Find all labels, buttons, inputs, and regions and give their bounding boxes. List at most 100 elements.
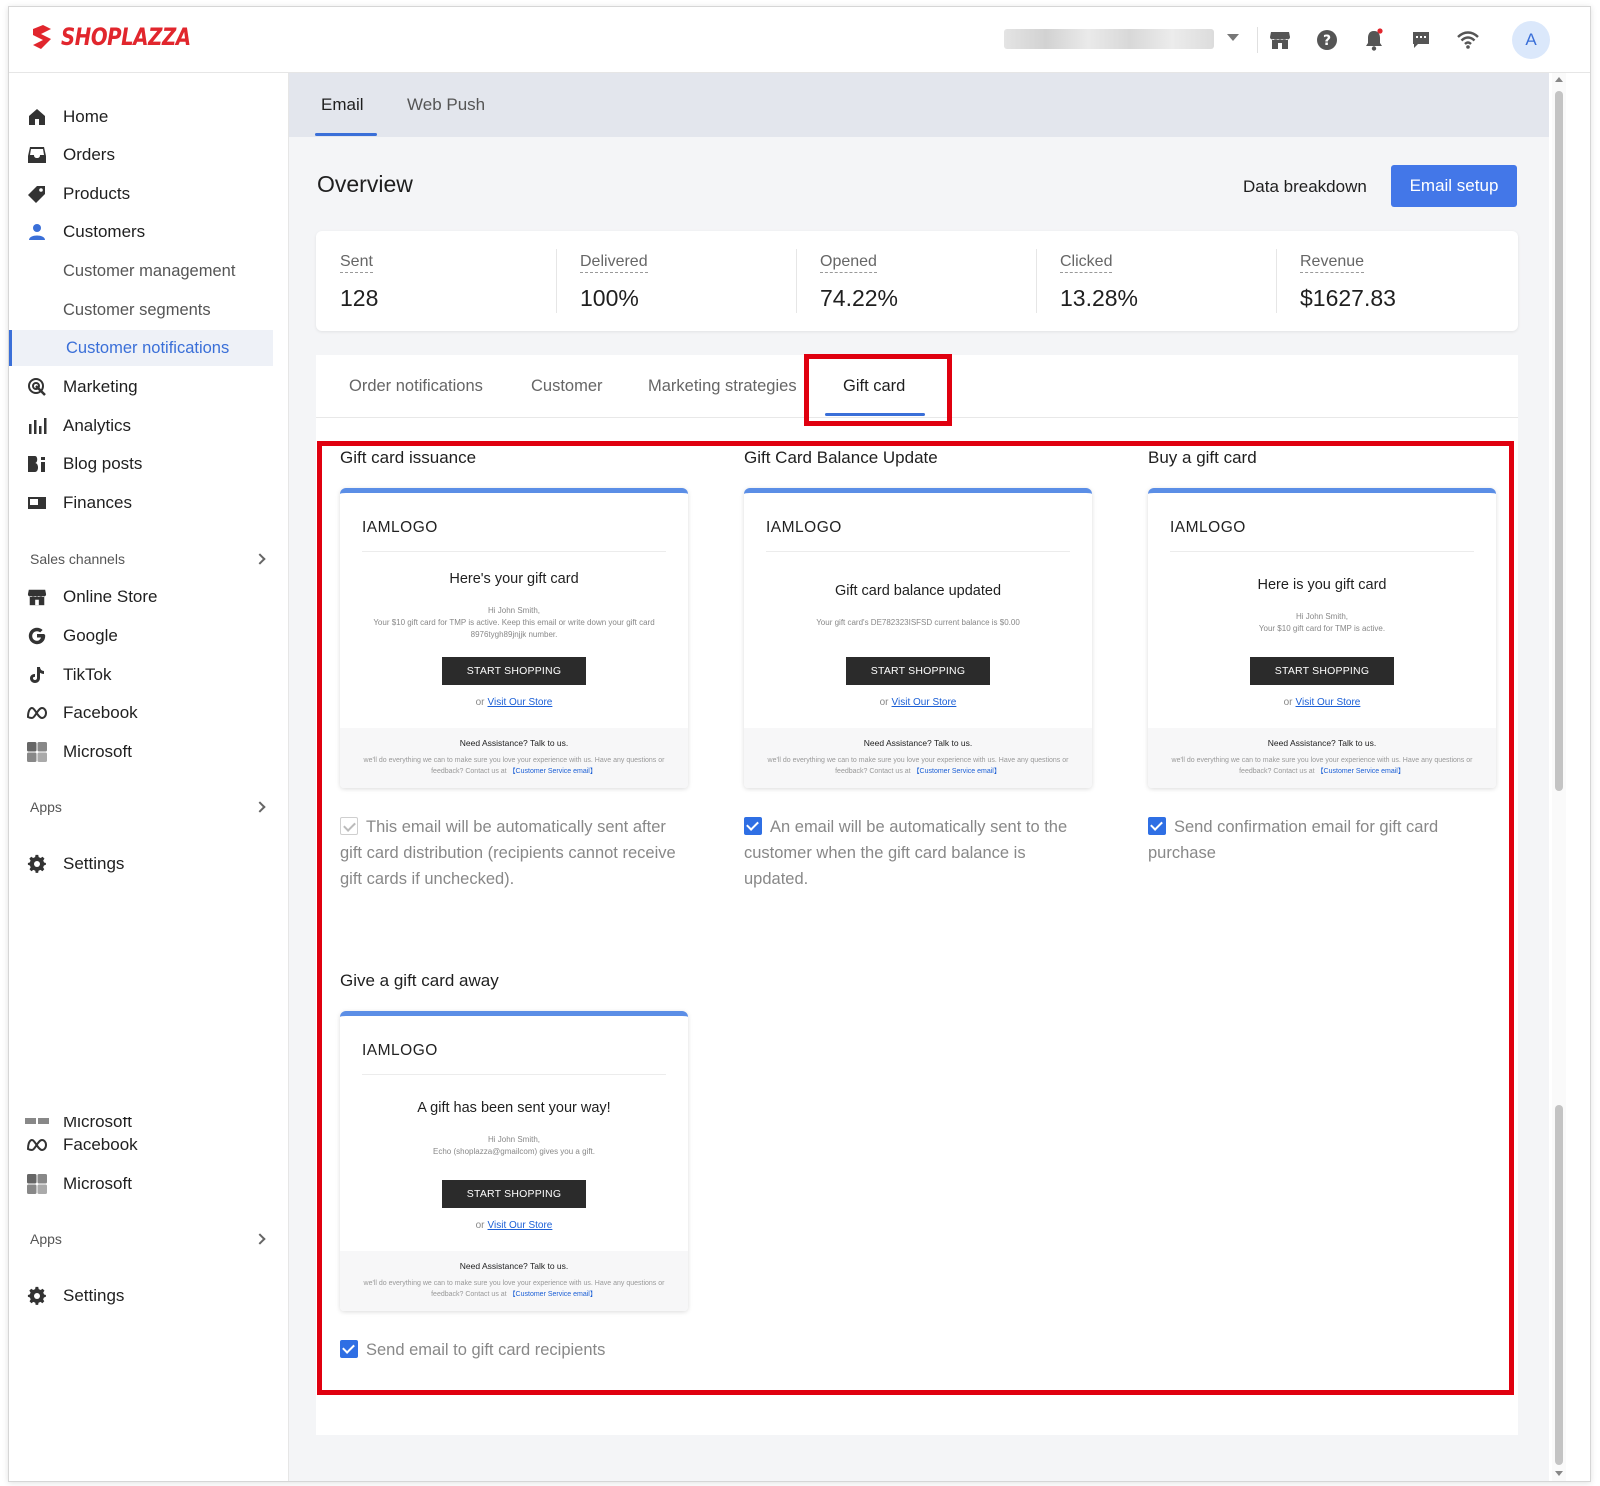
chevron-right-icon	[254, 801, 266, 813]
stat-label[interactable]: Revenue	[1300, 253, 1365, 273]
stat-label[interactable]: Sent	[340, 253, 373, 273]
sidebar-item-analytics[interactable]: Analytics	[25, 408, 275, 444]
microsoft-icon	[25, 740, 49, 764]
sidebar-item-label: Microsoft	[63, 742, 132, 761]
app-window: SHOPLAZZA ? A Home Orders Products Custo…	[8, 6, 1591, 1482]
sidebar-item-label: Settings	[63, 1286, 125, 1305]
home-icon	[25, 105, 49, 129]
store-switcher[interactable]	[1004, 29, 1214, 49]
avatar[interactable]: A	[1512, 21, 1550, 59]
sidebar-item-settings-duplicate[interactable]: Settings	[25, 1278, 275, 1314]
channel-tabs: Email Web Push	[289, 73, 1549, 137]
sidebar-item-label: Finances	[63, 493, 132, 512]
sidebar-item-label: Online Store	[63, 587, 158, 606]
stat-label[interactable]: Delivered	[580, 253, 648, 273]
email-setup-button[interactable]: Email setup	[1391, 165, 1517, 207]
apps-header[interactable]: Apps	[30, 793, 270, 821]
divider	[1257, 27, 1258, 53]
bar-chart-icon	[25, 414, 49, 438]
sidebar-item-home[interactable]: Home	[25, 99, 275, 135]
scroll-down-arrow-icon[interactable]	[1555, 1471, 1563, 1476]
sales-channels-header[interactable]: Sales channels	[30, 545, 270, 573]
sidebar-item-label: Products	[63, 184, 131, 203]
sidebar-item-label: Settings	[63, 854, 125, 873]
section-label: Apps	[30, 1231, 62, 1247]
sidebar-item-label: Orders	[63, 145, 115, 164]
sidebar-item-label: Facebook	[63, 703, 138, 722]
sidebar-item-label: TikTok	[63, 665, 112, 684]
sidebar-item-label: Microsoft	[63, 1174, 132, 1193]
target-icon	[25, 375, 49, 399]
sidebar-item-label: Customers	[63, 222, 146, 241]
data-breakdown-button[interactable]: Data breakdown	[1243, 177, 1367, 197]
help-icon[interactable]: ?	[1314, 27, 1340, 53]
stat-value: 128	[340, 285, 379, 311]
top-bar: SHOPLAZZA ? A	[9, 7, 1590, 73]
sidebar-item-blog-posts[interactable]: Blog posts	[25, 446, 275, 482]
sidebar-item-finances[interactable]: Finances	[25, 485, 275, 521]
stat-sent: Sent 128	[316, 231, 556, 331]
blog-icon	[25, 452, 49, 476]
apps-header-duplicate[interactable]: Apps	[30, 1225, 270, 1253]
tab-marketing-strategies[interactable]: Marketing strategies	[648, 355, 797, 417]
sidebar-item-label: Google	[63, 626, 118, 645]
sidebar-item-label: Facebook	[63, 1135, 138, 1154]
stat-revenue: Revenue $1627.83	[1276, 231, 1516, 331]
bell-icon[interactable]	[1361, 27, 1387, 53]
tab-order-notifications[interactable]: Order notifications	[349, 355, 483, 417]
page-title: Overview	[317, 171, 413, 197]
tab-customer[interactable]: Customer	[531, 355, 603, 417]
sidebar-sub-customer-management[interactable]: Customer management	[63, 253, 235, 289]
stat-label[interactable]: Clicked	[1060, 253, 1113, 273]
chevron-right-icon	[254, 553, 266, 565]
stat-delivered: Delivered 100%	[556, 231, 796, 331]
tab-email[interactable]: Email	[321, 73, 364, 137]
storefront-icon[interactable]	[1267, 27, 1293, 53]
chevron-down-icon[interactable]	[1227, 34, 1239, 41]
sidebar-item-microsoft[interactable]: Microsoft	[25, 734, 275, 770]
stat-value: 100%	[580, 285, 639, 311]
active-tab-indicator	[315, 133, 377, 136]
scrollbar-thumb[interactable]	[1555, 91, 1563, 791]
sidebar-item-products[interactable]: Products	[25, 176, 275, 212]
shoplazza-logo[interactable]: SHOPLAZZA	[29, 23, 219, 51]
sidebar-item-customers[interactable]: Customers	[25, 214, 275, 250]
sidebar-sub-customer-segments[interactable]: Customer segments	[63, 292, 211, 328]
stat-label[interactable]: Opened	[820, 253, 877, 273]
sidebar-item-online-store[interactable]: Online Store	[25, 579, 275, 615]
stat-opened: Opened 74.22%	[796, 231, 1036, 331]
main-content: Email Web Push Overview Data breakdown E…	[289, 73, 1549, 1481]
sidebar-item-orders[interactable]: Orders	[25, 137, 275, 173]
stats-card: Sent 128 Delivered 100% Opened 74.22% Cl…	[316, 231, 1518, 331]
microsoft-icon	[25, 1118, 49, 1124]
tab-web-push[interactable]: Web Push	[407, 73, 485, 137]
person-icon	[25, 220, 49, 244]
wallet-icon	[25, 491, 49, 515]
sidebar-item-label: Home	[63, 107, 109, 126]
message-icon[interactable]	[1408, 27, 1434, 53]
brand-name: SHOPLAZZA	[61, 23, 191, 51]
tag-icon	[25, 182, 49, 206]
scrollbar-thumb-lower[interactable]	[1555, 1105, 1563, 1465]
stat-clicked: Clicked 13.28%	[1036, 231, 1276, 331]
svg-text:?: ?	[1323, 33, 1331, 49]
sidebar-item-google[interactable]: Google	[25, 618, 275, 654]
sidebar-item-microsoft-duplicate[interactable]: Microsoft	[25, 1166, 275, 1202]
wifi-icon[interactable]	[1455, 27, 1481, 53]
stat-value: 74.22%	[820, 285, 899, 311]
sidebar-item-facebook[interactable]: Facebook	[25, 695, 275, 731]
sidebar-item-tiktok[interactable]: TikTok	[25, 657, 275, 693]
sidebar-sub-customer-notifications[interactable]: Customer notifications	[9, 330, 273, 366]
sidebar-item-facebook-duplicate[interactable]: Facebook	[25, 1127, 275, 1163]
sidebar-item-settings[interactable]: Settings	[25, 846, 275, 882]
inbox-icon	[25, 143, 49, 167]
gear-icon	[25, 1284, 49, 1308]
chevron-right-icon	[254, 1233, 266, 1245]
tiktok-icon	[25, 663, 49, 687]
storefront-icon	[25, 585, 49, 609]
scroll-up-arrow-icon[interactable]	[1555, 77, 1563, 82]
sidebar-item-label: Analytics	[63, 416, 132, 435]
sidebar-item-marketing[interactable]: Marketing	[25, 369, 275, 405]
scrollbar[interactable]	[1552, 73, 1566, 1481]
sidebar: Home Orders Products Customers Customer …	[9, 73, 289, 1481]
